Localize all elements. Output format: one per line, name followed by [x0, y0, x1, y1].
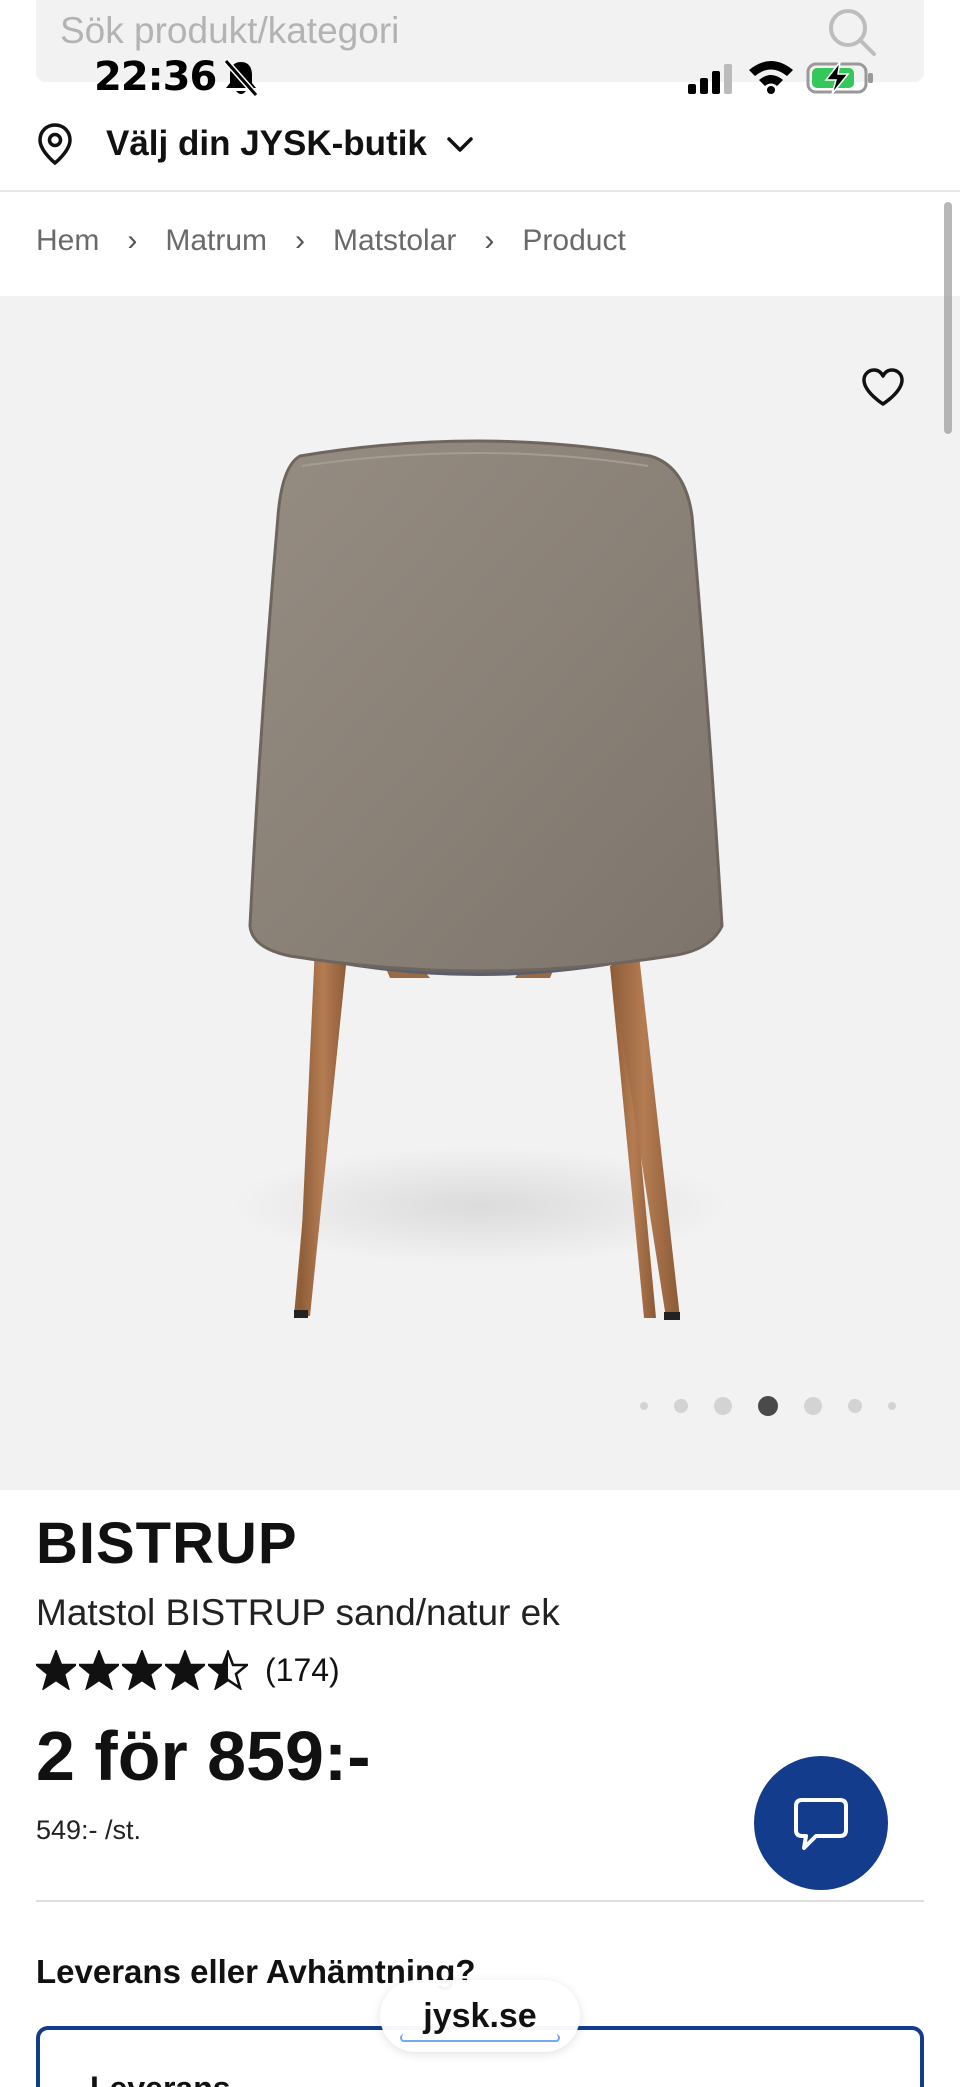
header-divider: [0, 190, 960, 192]
chat-button[interactable]: [754, 1756, 888, 1890]
gallery-dot[interactable]: [714, 1397, 732, 1415]
rating-stars: [36, 1650, 251, 1690]
breadcrumb-item-hem[interactable]: Hem: [36, 224, 99, 258]
favorite-heart-icon[interactable]: [860, 366, 906, 408]
product-price: 2 för 859:-: [36, 1717, 371, 1795]
star-full-icon: [36, 1650, 76, 1690]
breadcrumb-item-matstolar[interactable]: Matstolar: [333, 224, 456, 258]
star-full-icon: [122, 1650, 162, 1690]
bell-muted-icon: [223, 59, 259, 97]
gallery-dot[interactable]: [888, 1402, 896, 1410]
gallery-dot[interactable]: [804, 1397, 822, 1415]
breadcrumb: Hem › Matrum › Matstolar › Product: [36, 224, 626, 258]
product-brand: BISTRUP: [36, 1511, 298, 1576]
chevron-right-icon: ›: [127, 224, 138, 257]
chevron-right-icon: ›: [484, 224, 495, 257]
signal-icon: [688, 64, 732, 94]
browser-url: jysk.se: [423, 1996, 537, 2035]
location-pin-icon: [38, 123, 72, 166]
store-selector[interactable]: Välj din JYSK-butik: [36, 116, 477, 172]
unit-price: 549:- /st.: [36, 1815, 142, 1845]
product-image-gallery[interactable]: [0, 296, 960, 1490]
breadcrumb-item-current: Product: [522, 224, 626, 257]
search-placeholder: Sök produkt/kategori: [60, 10, 400, 51]
browser-url-bar[interactable]: jysk.se: [380, 1980, 580, 2052]
gallery-dot[interactable]: [848, 1399, 862, 1413]
store-selector-label: Välj din JYSK-butik: [106, 124, 427, 163]
chevron-right-icon: ›: [295, 224, 306, 257]
review-count[interactable]: (174): [265, 1652, 340, 1689]
battery-charging-icon: [806, 61, 873, 95]
section-divider: [36, 1900, 924, 1902]
star-full-icon: [165, 1650, 205, 1690]
url-highlight: [400, 2034, 560, 2042]
gallery-dot-active[interactable]: [758, 1396, 778, 1416]
gallery-dot[interactable]: [640, 1402, 648, 1410]
gallery-pagination: [640, 1396, 922, 1416]
product-image-chair: [230, 439, 730, 1320]
product-name: Matstol BISTRUP sand/natur ek: [36, 1592, 560, 1633]
delivery-option-label: Leverans: [90, 2070, 231, 2087]
scrollbar[interactable]: [944, 202, 952, 434]
chevron-down-icon: [447, 137, 473, 152]
gallery-dot[interactable]: [674, 1399, 688, 1413]
product-rating[interactable]: (174): [36, 1650, 340, 1690]
status-time: 22:36: [94, 54, 217, 100]
star-full-icon: [79, 1650, 119, 1690]
search-icon[interactable]: [826, 6, 878, 58]
star-half-icon: [208, 1650, 248, 1690]
wifi-icon: [749, 61, 793, 94]
breadcrumb-item-matrum[interactable]: Matrum: [165, 224, 267, 258]
chat-bubble-icon: [794, 1798, 848, 1850]
